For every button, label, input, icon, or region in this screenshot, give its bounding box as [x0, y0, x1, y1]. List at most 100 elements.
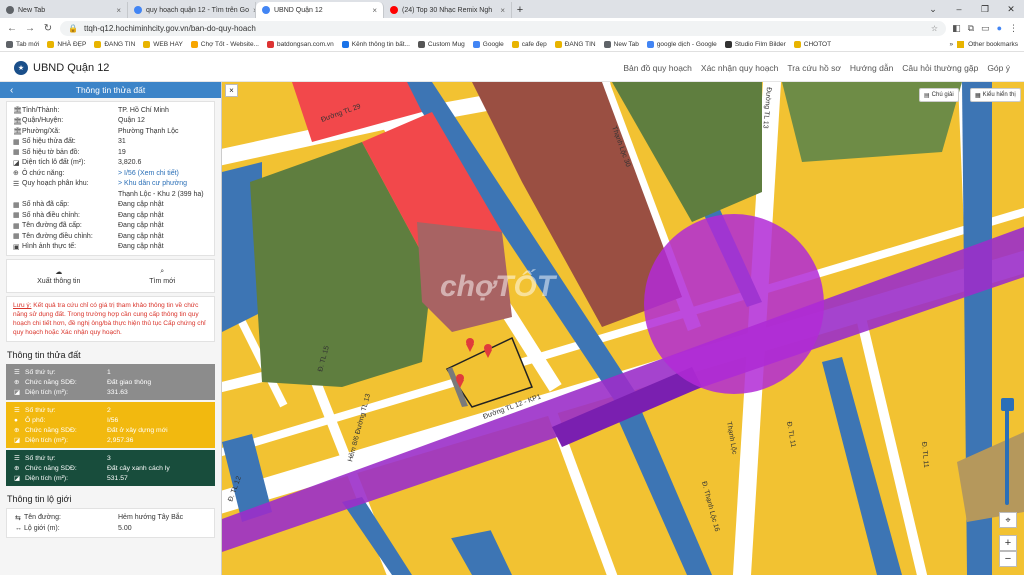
zoom-out-button[interactable]: − [999, 551, 1017, 567]
street-label: Thạnh Lộc [725, 421, 738, 455]
browser-tab-active[interactable]: UBND Quận 12 × [256, 2, 384, 18]
bookmark-item[interactable]: cafe đẹp [511, 41, 547, 48]
bookmark-icon [724, 41, 732, 48]
info-label: Số hiệu tờ bản đồ: [22, 148, 80, 156]
new-tab-button[interactable]: + [512, 2, 528, 18]
info-row: Thạnh Lộc - Khu 2 (399 ha) [13, 189, 208, 200]
info-label: Tên đường đã cấp: [22, 222, 82, 230]
browser-tab[interactable]: quy hoạch quận 12 - Tìm trên Go× [128, 2, 256, 18]
info-value: 31 [118, 138, 126, 146]
land-row-label: Số thứ tự: [25, 406, 56, 414]
puzzle-icon[interactable]: ⧉ [968, 23, 974, 34]
close-tab-icon[interactable]: × [116, 6, 121, 15]
land-row-value: 331.63 [107, 388, 128, 396]
window-controls: ⌄ – ❐ ✕ [920, 0, 1024, 18]
extension-icon[interactable]: ◧ [952, 23, 961, 34]
land-row-icon: ◪ [14, 437, 21, 444]
layers-icon: ▦ [975, 92, 981, 99]
bookmark-item[interactable]: CHOTOT [793, 41, 831, 48]
bookmark-item[interactable]: google dịch - Google [646, 41, 717, 48]
bookmark-item[interactable]: WEB HAY [143, 41, 183, 48]
info-value[interactable]: > I/56 (Xem chi tiết) [118, 170, 179, 177]
info-value[interactable]: > Khu dân cư phường [118, 180, 187, 187]
road-icon: ⇆ [15, 514, 21, 522]
nav-item-confirm[interactable]: Xác nhận quy hoạch [701, 63, 779, 73]
menu-icon[interactable]: ⋮ [1009, 23, 1018, 34]
bookmark-icon [6, 41, 13, 48]
nav-item-feedback[interactable]: Góp ý [987, 63, 1010, 73]
bookmark-item[interactable]: Studio Film Bilder [724, 41, 786, 48]
land-row-value: 2,957.36 [107, 436, 134, 444]
land-row-value: 1 [107, 368, 111, 376]
display-mode-button[interactable]: ▦ Kiểu hiển thị [970, 88, 1021, 102]
bookmark-item[interactable]: Tab mới [6, 41, 39, 48]
land-use-block[interactable]: ☰ Số thứ tự: 1 ⊕ Chức năng SDĐ: Đất giao thôn… [6, 364, 215, 400]
close-tab-icon[interactable]: × [500, 6, 505, 15]
browser-tab[interactable]: New Tab × [0, 2, 128, 18]
back-icon[interactable]: ‹ [10, 85, 13, 96]
map-canvas[interactable]: Đường TL 29 Thạnh Lộc 30 Đường TL 13 Đườ… [222, 82, 1024, 575]
nav-item-guide[interactable]: Hướng dẫn [850, 63, 893, 73]
browser-tab[interactable]: (24) Top 30 Nhạc Remix Ngh × [384, 2, 512, 18]
minimize-icon[interactable]: – [946, 0, 972, 18]
info-row-icon: 🏛 [13, 117, 22, 125]
nav-item-faq[interactable]: Câu hỏi thường gặp [902, 63, 978, 73]
other-bookmarks[interactable]: » Other bookmarks [950, 41, 1018, 48]
bookmark-label: cafe đẹp [521, 41, 547, 48]
land-use-block[interactable]: ☰ Số thứ tự: 2 ● Ô phố: I/56 ⊕ Chức năng SDĐ: Đấ… [6, 402, 215, 448]
land-row-label: Chức năng SDĐ: [25, 464, 77, 472]
land-use-block[interactable]: ☰ Số thứ tự: 3 ⊕ Chức năng SDĐ: Đất cây xanh … [6, 450, 215, 486]
land-row-icon: ◪ [14, 475, 21, 482]
bookmark-item[interactable]: Kênh thông tin bất... [341, 41, 410, 48]
site-title[interactable]: UBND Quận 12 [33, 62, 109, 74]
zoom-in-button[interactable]: + [999, 535, 1017, 551]
info-row-icon: ▦ [13, 201, 20, 209]
info-row: ▦ Tên đường đã cấp: Đang cập nhật [13, 221, 208, 232]
bookmark-item[interactable]: Chợ Tốt - Website... [190, 41, 259, 48]
info-value: Quận 12 [118, 117, 145, 125]
reload-icon[interactable]: ↻ [42, 23, 54, 34]
bookmark-item[interactable]: Custom Mug [417, 41, 465, 48]
road-info-card: ⇆ Tên đường: Hẻm hướng Tây Bắc ↔ Lộ giới (m… [6, 508, 215, 538]
nav-item-map[interactable]: Bản đồ quy hoạch [623, 63, 692, 73]
bookmark-item[interactable]: ĐANG TIN [94, 41, 135, 48]
street-label: Đ. TL 11 [785, 421, 796, 448]
land-row-icon: ⊕ [14, 379, 20, 386]
info-value: Đang cập nhật [118, 243, 164, 251]
logo-icon: ★ [14, 60, 28, 75]
bookmark-item[interactable]: batdongsan.com.vn [267, 41, 334, 48]
export-button[interactable]: ☁ Xuất thông tin [7, 260, 111, 292]
legend-button[interactable]: ▤ Chú giải [919, 88, 959, 102]
bookmark-item[interactable]: New Tab [603, 41, 639, 48]
address-bar[interactable]: 🔒 ttqh-q12.hochiminhcity.gov.vn/ban-do-q… [60, 20, 947, 36]
collapse-sidebar-button[interactable]: × [225, 84, 238, 97]
lock-icon: 🔒 [68, 23, 78, 33]
info-value: Đang cập nhật [118, 222, 164, 230]
locate-icon[interactable]: ⌖ [999, 512, 1017, 528]
profile-icon[interactable]: ● [997, 23, 1002, 34]
forward-arrow-icon[interactable]: → [24, 23, 36, 34]
chevron-down-icon[interactable]: ⌄ [920, 0, 946, 18]
close-window-icon[interactable]: ✕ [998, 0, 1024, 18]
zoom-slider-thumb[interactable] [1001, 398, 1014, 411]
road-width-row: ↔ Lộ giới (m): 5.00 [15, 523, 206, 534]
bookmark-icon [267, 41, 274, 48]
info-row-icon: ◪ [13, 159, 20, 167]
bookmark-item[interactable]: Google [472, 41, 504, 48]
sidebar-icon[interactable]: ▭ [981, 23, 990, 34]
bookmark-icon [417, 41, 425, 48]
planning-map[interactable]: Đường TL 29 Thạnh Lộc 30 Đường TL 13 Đườ… [222, 82, 1024, 575]
new-search-button[interactable]: ⌕ Tìm mới [111, 260, 215, 292]
bookmark-item[interactable]: ĐANG TIN [554, 41, 596, 48]
land-use-row: ⊕ Chức năng SDĐ: Đất ở xây dựng mới [14, 425, 207, 435]
bookmarks-bar: Tab mới NHÀ ĐẸP ĐANG TIN WEB HAY Chợ Tốt - W… [0, 38, 1024, 52]
zoom-slider-track[interactable] [1005, 400, 1009, 505]
parcel-info-sidebar: ‹ Thông tin thửa đất 🏛 Tỉnh/Thành: TP. Hồ … [0, 82, 222, 575]
bookmark-item[interactable]: NHÀ ĐẸP [47, 41, 86, 48]
maximize-icon[interactable]: ❐ [972, 0, 998, 18]
star-icon[interactable]: ☆ [931, 24, 938, 33]
info-row: ⊕ Ô chức năng: > I/56 (Xem chi tiết) [13, 168, 208, 179]
back-arrow-icon[interactable]: ← [6, 23, 18, 34]
nav-item-lookup[interactable]: Tra cứu hồ sơ [787, 63, 840, 73]
close-tab-icon[interactable]: × [372, 6, 377, 15]
